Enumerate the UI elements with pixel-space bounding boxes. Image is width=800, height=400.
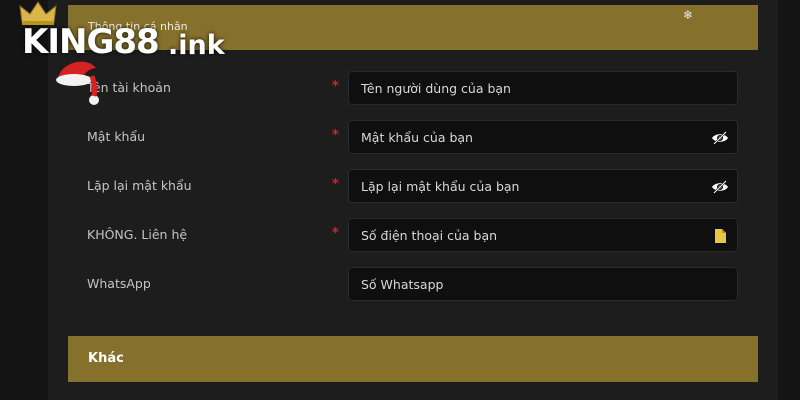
repeat-password-placeholder: Lặp lại mật khẩu của bạn — [361, 179, 520, 194]
whatsapp-label: WhatsApp — [87, 276, 151, 291]
snowflake-icon: ❄ — [683, 8, 694, 22]
section-header-other: Khác — [68, 336, 758, 382]
password-input[interactable]: Mật khẩu của bạn — [348, 120, 738, 154]
eye-toggle-icon[interactable] — [711, 129, 729, 147]
form-row-password: Mật khẩu * Mật khẩu của bạn — [0, 120, 800, 154]
document-icon — [715, 229, 726, 243]
santa-hat-icon — [56, 61, 99, 105]
required-marker: * — [332, 79, 339, 94]
form-row-repeat-password: Lặp lại mật khẩu * Lặp lại mật khẩu của … — [0, 169, 800, 203]
username-input[interactable]: Tên người dùng của bạn — [348, 71, 738, 105]
form-row-whatsapp: WhatsApp Số Whatsapp — [0, 267, 800, 301]
logo-suffix-text: .ink — [168, 30, 225, 61]
brand-logo[interactable]: KING88 .ink — [18, 0, 238, 110]
phone-input[interactable]: Số điện thoại của bạn — [348, 218, 738, 252]
repeat-password-input[interactable]: Lặp lại mật khẩu của bạn — [348, 169, 738, 203]
section-title-other: Khác — [88, 351, 124, 366]
registration-page: Thông tin cá nhân ❄ Tên tài khoản * Tên … — [0, 0, 800, 400]
whatsapp-placeholder: Số Whatsapp — [361, 277, 444, 292]
required-marker: * — [332, 226, 339, 241]
required-marker: * — [332, 128, 339, 143]
password-placeholder: Mật khẩu của bạn — [361, 130, 473, 145]
username-placeholder: Tên người dùng của bạn — [361, 81, 511, 96]
repeat-password-label: Lặp lại mật khẩu — [87, 178, 192, 193]
phone-placeholder: Số điện thoại của bạn — [361, 228, 498, 243]
password-label: Mật khẩu — [87, 129, 146, 144]
form-row-contact: KHÔNG. Liên hệ * Số điện thoại của bạn — [0, 218, 800, 252]
required-marker: * — [332, 177, 339, 192]
eye-toggle-icon[interactable] — [711, 178, 729, 196]
contact-label: KHÔNG. Liên hệ — [87, 227, 188, 242]
whatsapp-input[interactable]: Số Whatsapp — [348, 267, 738, 301]
